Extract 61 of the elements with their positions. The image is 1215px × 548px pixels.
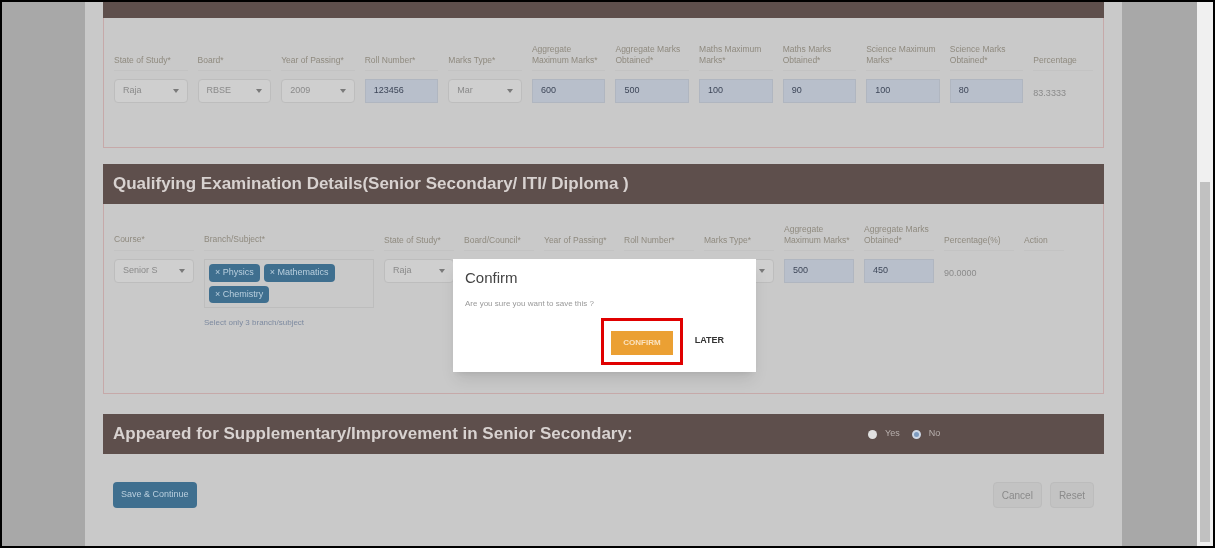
save-continue-button[interactable]: Save & Continue <box>113 482 197 508</box>
column-header: Aggregate Marks Obtained* <box>864 224 930 246</box>
dialog-message: Are you sure you want to save this ? <box>465 297 595 310</box>
column-header: State of Study* <box>114 55 171 66</box>
caret-icon <box>339 89 346 93</box>
dropdown[interactable]: RBSE <box>197 79 272 103</box>
caret-icon <box>439 269 445 273</box>
multi-select-field[interactable]: × Physics × Mathematics × Chemistry <box>204 259 374 308</box>
radio-button[interactable] <box>911 429 921 439</box>
column-header: Roll Number* <box>364 55 416 66</box>
radio-label: No <box>928 427 941 441</box>
column-header: Percentage(%) <box>944 235 1001 246</box>
input-field[interactable]: 450 <box>864 259 934 283</box>
column-header: Aggregate Maximum Marks* <box>531 44 599 66</box>
dropdown[interactable]: Raja <box>384 259 454 283</box>
section-header: Appeared for Supplementary/Improvement in Senior Secondary: <box>113 423 634 446</box>
scrollbar[interactable] <box>1197 2 1213 546</box>
input-field[interactable]: 90 <box>782 79 857 103</box>
column-header: Marks Type* <box>448 55 496 66</box>
column-header: Board/Council* <box>464 235 521 246</box>
column-header: Course* <box>114 233 145 246</box>
caret-icon <box>256 89 263 93</box>
input-field[interactable]: 100 <box>866 79 940 103</box>
dropdown[interactable]: Mar <box>448 79 522 103</box>
column-header: Aggregate Maximum Marks* <box>784 224 851 246</box>
later-button[interactable]: LATER <box>690 329 728 353</box>
input-field[interactable]: 600 <box>531 79 606 103</box>
column-header: Aggregate Marks Obtained* <box>615 44 682 66</box>
column-header: Maths Maximum Marks* <box>699 44 763 66</box>
column-header: Science Marks Obtained* <box>949 44 1007 66</box>
column-header: Maths Marks Obtained* <box>782 44 833 66</box>
section-header: Qualifying Examination Details(Senior Secondary/ ITI/ Diploma ) <box>103 164 1104 204</box>
caret-icon <box>179 269 185 273</box>
column-header: State of Study* <box>384 235 441 246</box>
column-header: Percentage <box>1033 55 1077 66</box>
column-header: Marks Type* <box>704 235 752 246</box>
radio-label: Yes <box>885 427 900 441</box>
dialog-title: Confirm <box>465 268 519 288</box>
column-header: Year of Passing* <box>281 55 344 66</box>
input-field[interactable]: 100 <box>699 79 773 103</box>
dropdown[interactable]: Raja <box>114 79 188 103</box>
column-header: Science Maximum Marks* <box>866 44 937 66</box>
dropdown[interactable]: Senior S <box>114 259 194 283</box>
caret-icon <box>506 89 513 93</box>
dropdown[interactable]: 2009 <box>281 79 355 103</box>
column-header: Roll Number* <box>624 235 675 246</box>
column-header: Action <box>1024 235 1048 246</box>
column-header: Board* <box>197 55 224 66</box>
subject-tag[interactable]: × Physics <box>209 264 260 282</box>
column-header: Branch/Subject* <box>204 233 265 246</box>
column-header: Year of Passing* <box>544 235 607 246</box>
subject-tag[interactable]: × Mathematics <box>263 264 335 282</box>
radio-button[interactable] <box>868 429 877 439</box>
input-field[interactable]: 123456 <box>364 79 439 103</box>
hint-text: Select only 3 branch/subject <box>204 318 305 327</box>
input-field[interactable]: 500 <box>784 259 854 283</box>
input-field[interactable]: 80 <box>949 79 1024 103</box>
caret-icon <box>172 89 179 93</box>
subject-tag[interactable]: × Chemistry <box>209 285 270 303</box>
input-field[interactable]: 500 <box>615 79 690 103</box>
reset-button[interactable]: Reset <box>1049 482 1094 508</box>
